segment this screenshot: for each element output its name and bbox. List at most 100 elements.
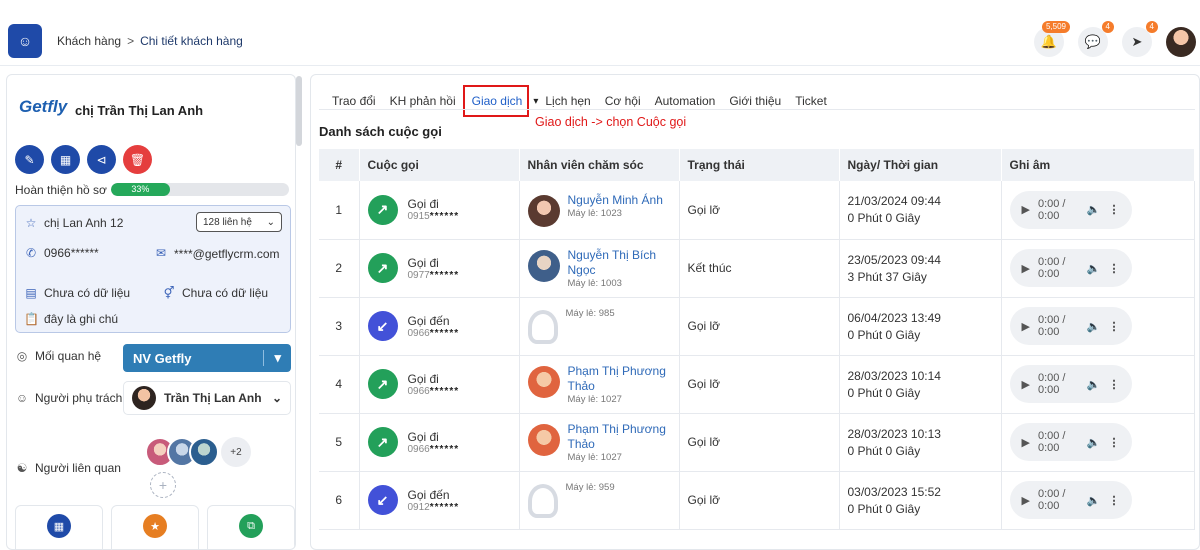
staff-cell: Nguyễn Minh Ánh Máy lẻ: 1023 [519, 181, 680, 240]
datetime-cell: 21/03/2024 09:44 0 Phút 0 Giây [839, 181, 1002, 240]
star-icon: ★ [143, 514, 167, 538]
call-phone[interactable]: 0966****** [408, 444, 460, 455]
call-date: 23/05/2023 09:44 [847, 252, 941, 267]
datetime-cell: 28/03/2023 10:13 0 Phút 0 Giây [839, 413, 1002, 472]
table-header-row: # Cuộc gọi Nhân viên chăm sóc Trạng thái… [319, 149, 1195, 181]
call-duration: 0 Phút 0 Giây [847, 501, 921, 516]
call-phone[interactable]: 0912****** [408, 502, 460, 513]
more-options-icon[interactable]: ⋮ [1109, 494, 1120, 507]
tab-1[interactable]: KH phản hồi [383, 91, 463, 111]
chat-button[interactable]: 💬 4 [1078, 21, 1114, 57]
staff-avatar [527, 423, 560, 456]
call-phone[interactable]: 0915****** [408, 211, 460, 222]
call-duration: 3 Phút 37 Giây [847, 269, 927, 284]
audio-time: 0:00 / 0:00 [1037, 430, 1066, 454]
datetime-cell: 06/04/2023 13:49 0 Phút 0 Giây [839, 297, 1002, 356]
rocket-badge: 4 [1145, 21, 1158, 33]
audio-time: 0:00 / 0:00 [1037, 197, 1066, 222]
notification-bell-button[interactable]: 🔔 5,509 [1034, 21, 1070, 57]
contacts-count: 128 liên hệ [203, 216, 252, 228]
staff-extension: Máy lẻ: 1027 [567, 393, 622, 405]
edit-button[interactable]: ✎ [15, 145, 44, 174]
volume-icon[interactable]: 🔈 [1087, 262, 1101, 275]
outgoing-call-icon: ↗ [367, 253, 398, 283]
clipboard-icon: 📋 [24, 312, 39, 326]
call-status: Kết thúc [679, 239, 840, 298]
breadcrumb-root[interactable]: Khách hàng [57, 34, 121, 48]
table-row[interactable]: 5 ↗ Gọi đi 0966****** Phạm Thị Phương Th… [319, 413, 1195, 472]
calendar-card[interactable]: ▦ [15, 505, 103, 549]
user-avatar[interactable] [1166, 27, 1196, 57]
tab-5[interactable]: Automation [648, 91, 723, 111]
breadcrumb: Khách hàng > Chi tiết khách hàng [57, 34, 243, 48]
contacts-dropdown[interactable]: 128 liên hệ ⌄ [196, 212, 282, 232]
staff-name[interactable]: Phạm Thị Phương Thảo [568, 364, 671, 394]
tab-6[interactable]: Giới thiệu [722, 91, 788, 111]
related-more[interactable]: +2 [221, 437, 251, 467]
call-phone[interactable]: 0966****** [408, 386, 460, 397]
call-phone[interactable]: 0966****** [408, 328, 460, 339]
delete-button[interactable]: 🗑 [123, 145, 152, 174]
tab-7[interactable]: Ticket [788, 91, 834, 111]
left-scrollbar[interactable] [296, 76, 302, 146]
related-label-row: ☯ Người liên quan [15, 461, 121, 475]
phone-value[interactable]: 0966****** [44, 246, 99, 260]
play-icon[interactable]: ▶ [1022, 436, 1030, 449]
share-button[interactable]: ⊲ [87, 145, 116, 174]
table-row[interactable]: 4 ↗ Gọi đi 0966****** Phạm Thị Phương Th… [319, 355, 1195, 414]
volume-icon[interactable]: 🔈 [1087, 494, 1101, 507]
table-row[interactable]: 3 ↙ Gọi đến 0966****** Máy lẻ: 985 Gọi l… [319, 297, 1195, 356]
audio-time: 0:00 / 0:00 [1037, 372, 1066, 396]
email-value[interactable]: ****@getflycrm.com [174, 246, 280, 262]
play-icon[interactable]: ▶ [1022, 203, 1030, 216]
table-row[interactable]: 1 ↗ Gọi đi 0915****** Nguyễn Minh Ánh Má… [319, 181, 1195, 240]
relation-select[interactable]: NV Getfly ▾ [123, 344, 291, 372]
volume-icon[interactable]: 🔈 [1087, 320, 1101, 333]
profile-progress-label: Hoàn thiện hồ sơ [15, 183, 107, 197]
star-card[interactable]: ★ [111, 505, 199, 549]
rocket-button[interactable]: ➤ 4 [1122, 21, 1158, 57]
more-options-icon[interactable]: ⋮ [1109, 436, 1120, 449]
add-related-button[interactable]: + [150, 472, 176, 498]
more-options-icon[interactable]: ⋮ [1109, 203, 1120, 216]
staff-name[interactable]: Nguyễn Minh Ánh [568, 193, 663, 208]
calendar-button[interactable]: ▦ [51, 145, 80, 174]
tab-2[interactable]: Giao dịch [462, 85, 530, 117]
call-duration: 0 Phút 0 Giây [847, 443, 921, 458]
field1-value: Chưa có dữ liệu [44, 286, 131, 300]
volume-icon[interactable]: 🔈 [1087, 436, 1101, 449]
call-date: 06/04/2023 13:49 [847, 310, 941, 325]
star-icon[interactable]: ☆ [24, 216, 38, 230]
more-options-icon[interactable]: ⋮ [1109, 320, 1120, 333]
play-icon[interactable]: ▶ [1022, 262, 1030, 275]
table-row[interactable]: 6 ↙ Gọi đến 0912****** Máy lẻ: 959 Gọi l… [319, 471, 1195, 530]
more-options-icon[interactable]: ⋮ [1109, 378, 1120, 391]
staff-name[interactable]: Nguyễn Thị Bích Ngọc [568, 248, 671, 278]
table-row[interactable]: 2 ↗ Gọi đi 0977****** Nguyễn Thị Bích Ng… [319, 239, 1195, 298]
row-index: 5 [319, 413, 360, 472]
tab-0[interactable]: Trao đổi [325, 91, 383, 111]
volume-icon[interactable]: 🔈 [1087, 378, 1101, 391]
mail-icon: ✉ [155, 246, 167, 260]
recording-cell: ▶ 0:00 / 0:00 🔈 ⋮ [1001, 239, 1195, 298]
customers-app-icon[interactable]: ☺ [8, 24, 42, 58]
play-icon[interactable]: ▶ [1022, 494, 1030, 507]
call-phone[interactable]: 0977****** [408, 270, 460, 281]
related-avatar[interactable] [189, 437, 219, 467]
owner-select[interactable]: Trần Thị Lan Anh ⌄ [123, 381, 291, 415]
more-options-icon[interactable]: ⋮ [1109, 262, 1120, 275]
volume-icon[interactable]: 🔈 [1087, 203, 1101, 216]
call-direction: Gọi đi [407, 255, 439, 270]
recording-cell: ▶ 0:00 / 0:00 🔈 ⋮ [1001, 355, 1195, 414]
play-icon[interactable]: ▶ [1022, 320, 1030, 333]
staff-name[interactable]: Phạm Thị Phương Thảo [568, 422, 671, 452]
calendar-icon: ▦ [47, 514, 71, 538]
incoming-call-icon: ↙ [367, 485, 398, 515]
tab-4[interactable]: Cơ hội [598, 91, 648, 111]
gender-row: ⚥ Chưa có dữ liệu [162, 286, 269, 300]
tab-3[interactable]: Lịch hẹn [538, 91, 597, 111]
datetime-cell: 28/03/2023 10:14 0 Phút 0 Giây [839, 355, 1002, 414]
audio-player: ▶ 0:00 / 0:00 🔈 ⋮ [1009, 423, 1132, 461]
copy-card[interactable]: ⧉ [207, 505, 295, 549]
play-icon[interactable]: ▶ [1022, 378, 1030, 391]
